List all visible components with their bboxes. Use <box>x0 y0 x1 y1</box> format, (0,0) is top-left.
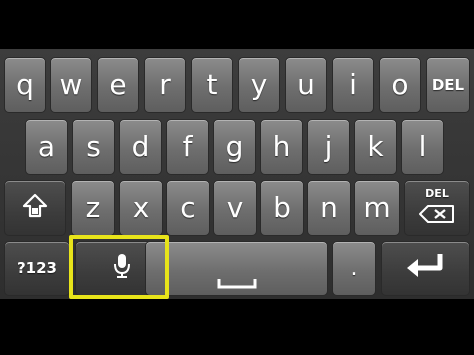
key-v[interactable]: v <box>213 180 257 236</box>
key-a[interactable]: a <box>25 119 68 175</box>
key-r[interactable]: r <box>144 57 186 113</box>
enter-arrow-icon <box>404 252 448 285</box>
key-b[interactable]: b <box>260 180 304 236</box>
key-l[interactable]: l <box>401 119 444 175</box>
key-c[interactable]: c <box>166 180 210 236</box>
key-m[interactable]: m <box>354 180 400 236</box>
key-h[interactable]: h <box>260 119 303 175</box>
key-x[interactable]: x <box>119 180 163 236</box>
backspace-icon <box>418 201 456 229</box>
microphone-icon <box>111 252 133 285</box>
key-g[interactable]: g <box>213 119 256 175</box>
key-t[interactable]: t <box>191 57 233 113</box>
bottom-bezel <box>0 299 474 355</box>
soft-keyboard: q w e r t y u i o DEL a s d f g h j k l … <box>0 49 474 299</box>
enter-key[interactable] <box>381 241 470 296</box>
key-j[interactable]: j <box>307 119 350 175</box>
shift-key[interactable] <box>4 180 66 236</box>
delete-label: DEL <box>425 186 449 200</box>
key-k[interactable]: k <box>354 119 397 175</box>
key-o[interactable]: o <box>379 57 421 113</box>
key-i[interactable]: i <box>332 57 374 113</box>
key-y[interactable]: y <box>238 57 280 113</box>
top-bezel <box>0 0 474 49</box>
key-d[interactable]: d <box>119 119 162 175</box>
symbols-key[interactable]: ?123 <box>4 241 70 296</box>
key-w[interactable]: w <box>50 57 92 113</box>
key-n[interactable]: n <box>307 180 351 236</box>
space-key[interactable] <box>145 241 328 296</box>
period-key[interactable]: . <box>332 241 376 296</box>
key-e[interactable]: e <box>97 57 139 113</box>
key-z[interactable]: z <box>71 180 115 236</box>
delete-key[interactable]: DEL <box>404 180 470 236</box>
key-u[interactable]: u <box>285 57 327 113</box>
key-s[interactable]: s <box>72 119 115 175</box>
key-q[interactable]: q <box>4 57 46 113</box>
key-f[interactable]: f <box>166 119 209 175</box>
shift-icon <box>21 192 49 225</box>
key-del-top[interactable]: DEL <box>426 57 470 113</box>
space-bar-icon <box>217 266 257 294</box>
